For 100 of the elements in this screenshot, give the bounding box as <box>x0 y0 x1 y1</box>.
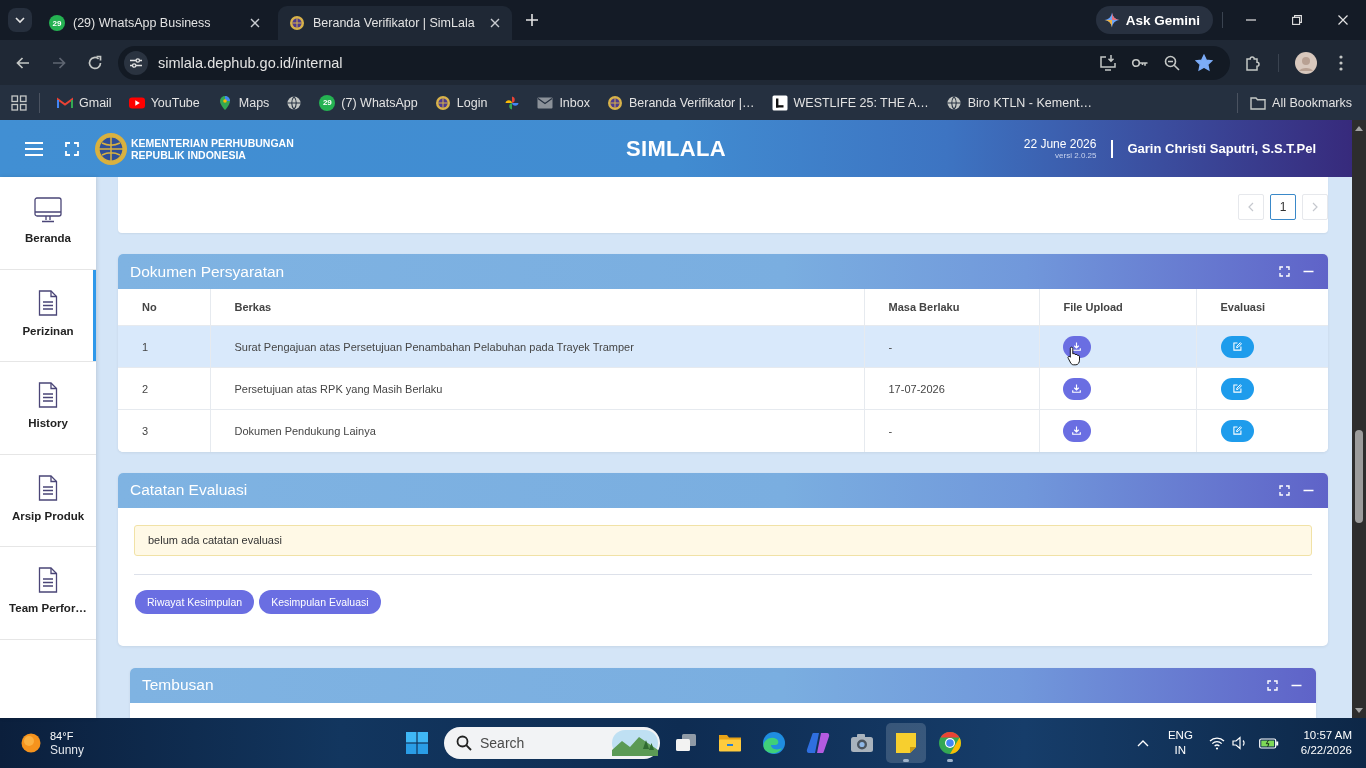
panel-title: Tembusan <box>142 676 215 694</box>
puzzle-icon[interactable] <box>1244 53 1262 72</box>
scroll-up-icon[interactable] <box>1355 126 1363 131</box>
reload-icon[interactable] <box>87 54 103 71</box>
close-icon[interactable] <box>1338 15 1348 25</box>
edit-icon <box>1232 426 1242 436</box>
bookmark[interactable]: YouTube <box>122 88 206 117</box>
fullscreen-icon[interactable] <box>1279 266 1290 277</box>
close-icon[interactable] <box>250 18 260 28</box>
emblem-icon <box>94 131 128 166</box>
browser-tab[interactable]: 29 (29) WhatsApp Business <box>38 6 272 40</box>
wave-circle-icon <box>762 731 786 755</box>
tricolor-circle-icon <box>938 731 962 755</box>
caret-icon <box>15 15 25 25</box>
chevron-right-icon <box>1312 202 1318 212</box>
hand-cursor-icon <box>1066 346 1081 366</box>
edit-icon <box>1232 342 1242 351</box>
wifi-icon[interactable] <box>1208 736 1225 750</box>
close-icon[interactable] <box>490 18 500 28</box>
bookmark[interactable]: WESTLIFE 25: THE A… <box>765 88 935 117</box>
download-icon <box>1072 342 1081 351</box>
table-cell: 17-07-2026 <box>864 367 1039 410</box>
ministry-name: REPUBLIK INDONESIA <box>131 148 247 161</box>
page-button[interactable]: 1 <box>1270 194 1296 220</box>
globe-icon <box>945 94 962 111</box>
temperature: 84°F <box>50 728 75 743</box>
tab-search-button[interactable] <box>8 8 32 32</box>
column-header: Masa Berlaku <box>864 289 1039 326</box>
bookmark[interactable]: Maps <box>210 88 276 117</box>
slanted-bars-icon <box>806 731 830 755</box>
table-cell: - <box>864 409 1039 452</box>
fullscreen-icon[interactable] <box>1279 484 1290 496</box>
taskbar-button[interactable] <box>886 723 926 763</box>
sparkle-icon <box>1103 12 1120 28</box>
column-header: Berkas <box>210 289 864 326</box>
bookmark[interactable]: Beranda Verifikator |… <box>600 88 761 117</box>
column-header: No <box>118 289 210 326</box>
panel-title: Dokumen Persyaratan <box>130 262 286 281</box>
apps-grid-icon[interactable] <box>11 94 27 111</box>
bookmark[interactable]: Gmail <box>51 88 118 117</box>
ask-gemini-button[interactable]: Ask Gemini <box>1095 6 1213 34</box>
speaker-icon[interactable] <box>1231 736 1248 750</box>
ministry-name: KEMENTERIAN PERHUBUNGAN <box>131 136 294 149</box>
bookmark[interactable]: Biro KTLN - Kement… <box>939 88 1099 117</box>
clock[interactable]: 10:57 AM 6/22/2026 <box>1300 728 1352 758</box>
menu-icon[interactable] <box>25 141 43 156</box>
bookmark[interactable]: 29 (7) WhatsApp <box>313 88 424 117</box>
column-header: Evaluasi <box>1196 289 1328 326</box>
sliders-icon[interactable] <box>124 50 148 75</box>
current-date: 22 June 2026 <box>1023 136 1097 151</box>
app-title: SIMLALA <box>626 135 726 162</box>
unread-count-badge: 29 <box>319 94 336 111</box>
table-row[interactable]: 3 Dokumen Pendukung Lainya - <box>118 409 1328 452</box>
star-icon[interactable] <box>1195 53 1213 72</box>
user-name[interactable]: Garin Christi Saputri, S.S.T.Pel <box>1127 141 1316 156</box>
table-cell: - <box>864 325 1039 368</box>
document-icon <box>38 382 58 409</box>
panel-title: Catatan Evaluasi <box>130 481 249 499</box>
download-button[interactable] <box>1062 335 1091 358</box>
address-bar[interactable]: simlala.dephub.go.id/internal <box>118 45 1230 80</box>
version-label: versi 2.0.25 <box>1055 150 1097 161</box>
all-bookmarks-button[interactable]: All Bookmarks <box>1244 88 1358 117</box>
camera-icon <box>850 731 874 755</box>
sidebar-item[interactable]: Perizinan <box>0 269 96 363</box>
action-button[interactable]: Kesimpulan Evaluasi <box>259 589 381 614</box>
emblem-icon <box>434 94 451 111</box>
monitor-download-icon[interactable] <box>1099 53 1117 72</box>
scrollbar[interactable] <box>1352 120 1366 718</box>
language-indicator[interactable]: ENG IN <box>1167 728 1193 758</box>
fullscreen-icon[interactable] <box>1267 679 1278 691</box>
search-icon <box>456 735 472 751</box>
emblem-icon <box>289 15 305 31</box>
download-icon <box>1072 384 1081 393</box>
plus-icon[interactable] <box>525 13 539 27</box>
zoom-icon[interactable] <box>1163 53 1181 72</box>
edit-button[interactable] <box>1220 377 1254 400</box>
document-icon <box>38 474 58 501</box>
bookmark[interactable]: Login <box>428 88 494 117</box>
edit-button[interactable] <box>1220 419 1254 442</box>
scroll-down-icon[interactable] <box>1355 708 1363 713</box>
action-button[interactable]: Riwayat Kesimpulan <box>135 589 255 614</box>
more-menu-icon[interactable] <box>1339 54 1343 71</box>
battery-icon[interactable] <box>1258 737 1279 749</box>
fullscreen-icon[interactable] <box>65 141 79 156</box>
scrollbar-thumb[interactable] <box>1355 430 1363 523</box>
bookmark[interactable]: Inbox <box>531 88 596 117</box>
table-row[interactable]: 2 Persetujuan atas RPK yang Masih Berlaku 17-07-2026 <box>118 367 1328 410</box>
sticky-note-icon <box>894 731 918 755</box>
table-row[interactable]: 1 Surat Pengajuan atas Persetujuan Penambahan Pelabuhan pada Trayek Tramper - <box>118 325 1328 368</box>
unread-count-badge: 29 <box>49 15 65 31</box>
table-cell: Dokumen Pendukung Lainya <box>210 409 864 452</box>
document-icon <box>38 289 58 316</box>
chevron-up-icon[interactable] <box>1136 739 1149 747</box>
table-cell: 1 <box>118 325 210 368</box>
avatar-icon[interactable] <box>1295 51 1317 74</box>
sun-icon[interactable] <box>21 733 41 753</box>
windows-start-icon[interactable] <box>406 732 428 754</box>
restore-icon[interactable] <box>1292 15 1302 25</box>
empty-notes-alert: belum ada catatan evaluasi <box>134 524 1312 556</box>
browser-tab[interactable]: Beranda Verifikator | SimLala <box>278 6 512 40</box>
